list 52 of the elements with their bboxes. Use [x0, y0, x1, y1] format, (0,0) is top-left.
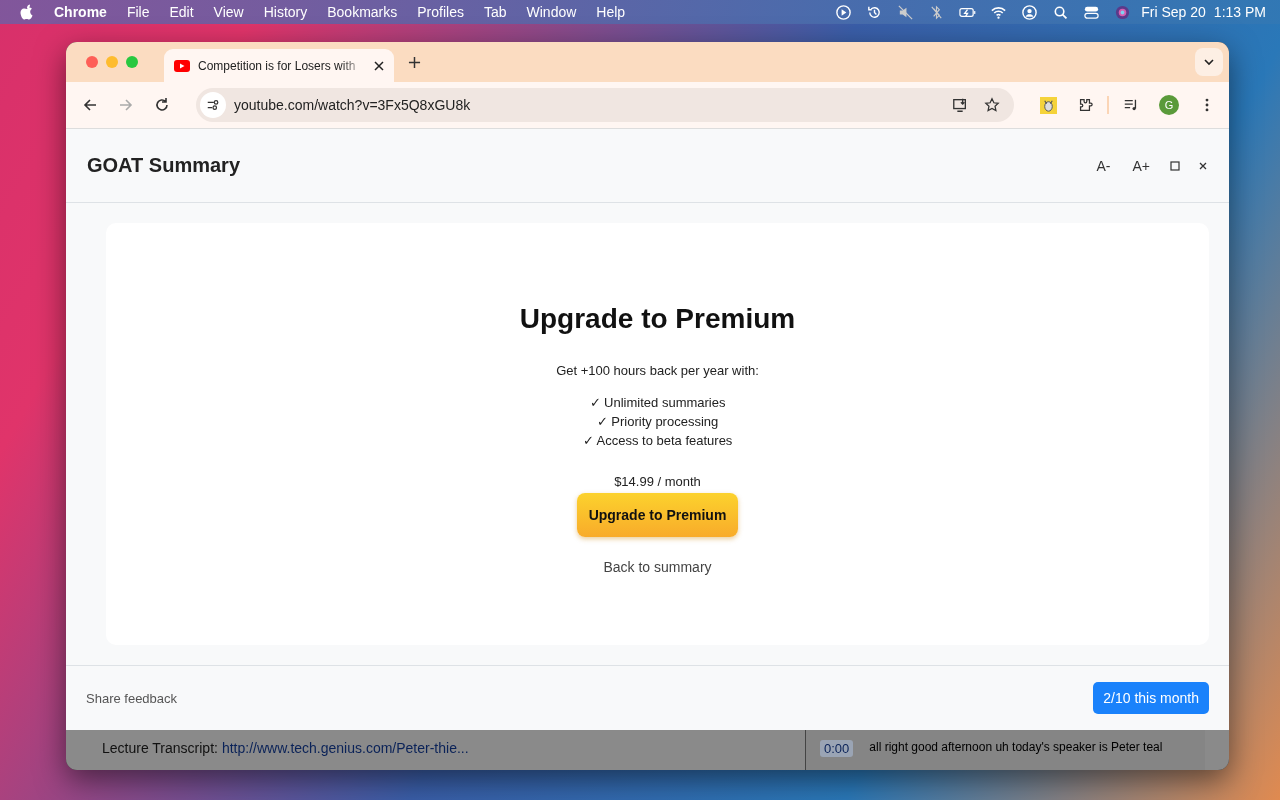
panel-title: GOAT Summary	[87, 154, 240, 177]
upgrade-button[interactable]: Upgrade to Premium	[576, 493, 739, 537]
share-feedback-link[interactable]: Share feedback	[86, 690, 178, 706]
site-settings-icon[interactable]	[200, 92, 226, 118]
back-to-summary-link[interactable]: Back to summary	[603, 559, 712, 575]
video-play-icon	[174, 59, 190, 72]
play-circle-icon[interactable]	[835, 3, 853, 21]
maximize-icon[interactable]	[1170, 160, 1180, 171]
apple-logo-icon[interactable]	[20, 4, 34, 20]
upgrade-heading: Upgrade to Premium	[519, 303, 796, 335]
transcript-link[interactable]: http://www.tech.genius.com/Peter-thie...	[221, 740, 469, 756]
menu-item[interactable]: View	[213, 3, 244, 21]
font-size-button[interactable]: A+	[1130, 153, 1152, 178]
usage-counter-button[interactable]: 2/10 this month	[1093, 682, 1209, 714]
browser-tab[interactable]: Competition is for Losers with	[164, 49, 394, 82]
chevron-down-icon	[1203, 56, 1215, 68]
address-bar[interactable]: youtube.com/watch?v=3Fx5Q8xGU8k	[196, 88, 1014, 122]
close-tab-icon[interactable]	[374, 60, 384, 71]
price-text: $14.99 / month	[614, 474, 701, 489]
menu-item[interactable]: File	[126, 3, 150, 21]
menu-item[interactable]: Tab	[483, 3, 507, 21]
menu-item[interactable]: Help	[596, 3, 626, 21]
feature-item: ✓ Priority processing	[596, 414, 719, 429]
reload-icon[interactable]	[154, 97, 170, 113]
feature-item: ✓ Unlimited summaries	[589, 395, 726, 410]
font-size-button[interactable]: A-	[1094, 153, 1113, 178]
puzzle-icon[interactable]	[1077, 97, 1093, 113]
new-tab-icon[interactable]	[408, 55, 421, 69]
profile-avatar[interactable]: G	[1159, 95, 1179, 115]
menu-item[interactable]: Bookmarks	[327, 3, 398, 21]
menu-item[interactable]: Edit	[169, 3, 194, 21]
star-icon[interactable]	[984, 97, 1000, 113]
menu-bar-time[interactable]: 1:13 PM	[1213, 3, 1266, 21]
tab-search-button[interactable]	[1195, 48, 1223, 76]
tab-title: Competition is for Losers with	[198, 58, 357, 73]
playlist-icon[interactable]	[1123, 97, 1139, 113]
menu-item[interactable]: History	[263, 3, 308, 21]
benefit-intro: Get +100 hours back per year with:	[556, 363, 759, 378]
install-app-icon[interactable]	[952, 97, 968, 113]
back-icon[interactable]	[82, 97, 98, 113]
close-icon[interactable]	[1198, 160, 1208, 171]
user-circle-icon[interactable]	[1021, 3, 1039, 21]
menu-item[interactable]: Profiles	[417, 3, 464, 21]
menu-bar-date[interactable]: Fri Sep 20	[1141, 3, 1206, 21]
transcript-label: Lecture Transcript:	[102, 740, 218, 756]
muted-speaker-icon[interactable]	[897, 3, 915, 21]
feature-item: ✓ Access to beta features	[582, 433, 733, 448]
app-menu[interactable]: Chrome	[54, 3, 107, 21]
menu-item[interactable]: Window	[526, 3, 577, 21]
transcript-line: all right good afternoon uh today's speaker is Peter teal	[869, 740, 1163, 754]
timestamp-chip[interactable]: 0:00	[820, 740, 854, 757]
url-text: youtube.com/watch?v=3Fx5Q8xGU8k	[234, 97, 471, 113]
